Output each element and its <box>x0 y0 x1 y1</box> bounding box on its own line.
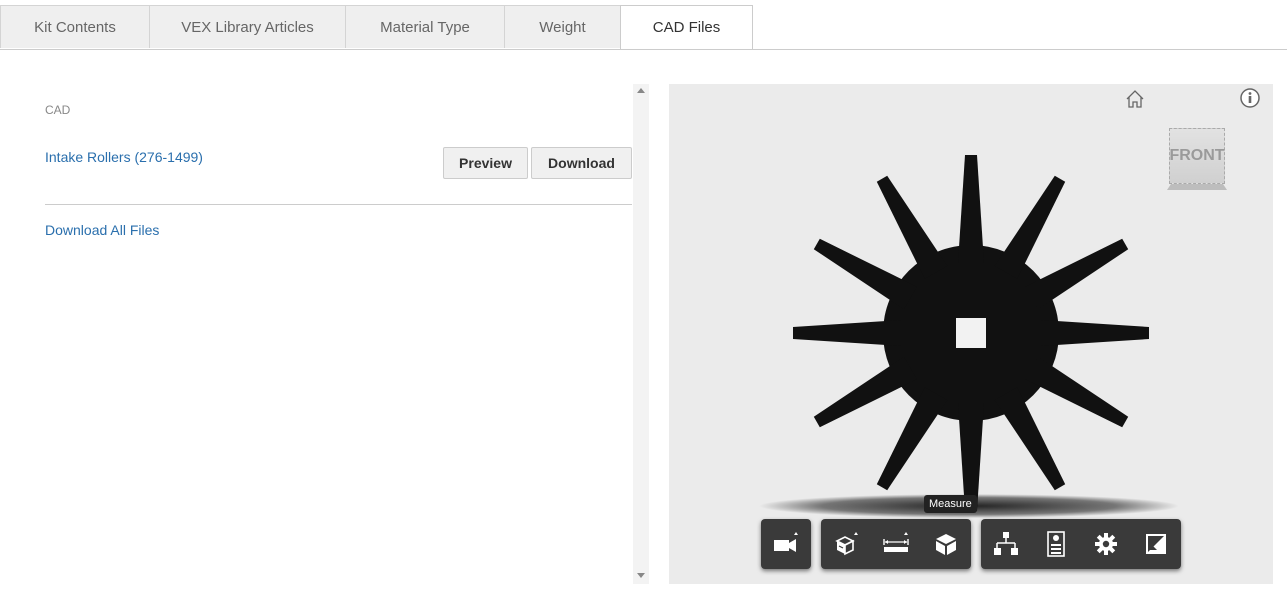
roller-spoke <box>1025 356 1129 428</box>
toolbar-group-navigation <box>761 519 811 569</box>
roller-spoke <box>1025 238 1129 310</box>
hex-hole <box>956 318 986 348</box>
roller-spoke <box>994 387 1066 491</box>
tab-material-type[interactable]: Material Type <box>345 5 505 48</box>
model-browser-icon[interactable] <box>981 519 1031 569</box>
tab-cad-files[interactable]: CAD Files <box>620 5 753 49</box>
section-cube-icon[interactable] <box>921 519 971 569</box>
tab-label: Weight <box>539 18 586 36</box>
fullscreen-icon[interactable] <box>1131 519 1181 569</box>
scroll-down-arrow-icon[interactable] <box>637 573 645 578</box>
measure-icon[interactable] <box>871 519 921 569</box>
camera-icon[interactable] <box>761 519 811 569</box>
settings-icon[interactable] <box>1081 519 1131 569</box>
measure-tooltip: Measure <box>924 495 977 513</box>
roller-spoke <box>813 238 917 310</box>
roller-spoke <box>876 387 948 491</box>
tab-label: VEX Library Articles <box>181 18 314 36</box>
download-button[interactable]: Download <box>531 147 632 179</box>
preview-button[interactable]: Preview <box>443 147 528 179</box>
cad-viewer[interactable]: FRONT Measure <box>669 84 1273 584</box>
tab-label: Material Type <box>380 18 470 36</box>
tab-weight[interactable]: Weight <box>504 5 621 48</box>
roller-spoke <box>876 175 948 279</box>
properties-icon[interactable] <box>1031 519 1081 569</box>
toolbar-group-tools <box>981 519 1181 569</box>
home-icon[interactable] <box>1124 88 1146 110</box>
scrollbar[interactable] <box>633 84 649 584</box>
cad-section-label: CAD <box>45 103 71 117</box>
roller-spoke <box>813 356 917 428</box>
tab-label: CAD Files <box>652 19 721 36</box>
roller-spoke <box>958 155 984 263</box>
roller-spoke <box>994 175 1066 279</box>
tab-kit-contents[interactable]: Kit Contents <box>0 5 150 48</box>
viewcube[interactable]: FRONT <box>1167 128 1229 196</box>
scroll-up-arrow-icon[interactable] <box>637 88 645 93</box>
explode-model-icon[interactable] <box>821 519 871 569</box>
cad-file-link[interactable]: Intake Rollers (276-1499) <box>45 149 203 165</box>
tab-label: Kit Contents <box>34 18 116 36</box>
info-icon[interactable] <box>1240 88 1260 108</box>
download-all-files-link[interactable]: Download All Files <box>45 222 159 238</box>
roller-spoke <box>1041 320 1149 346</box>
viewcube-base <box>1167 184 1227 190</box>
tab-vex-library-articles[interactable]: VEX Library Articles <box>149 5 346 48</box>
toolbar-group-model <box>821 519 971 569</box>
roller-spoke <box>793 320 901 346</box>
tab-bar: Kit Contents VEX Library Articles Materi… <box>0 5 1287 50</box>
divider <box>45 204 632 205</box>
viewcube-front-face[interactable]: FRONT <box>1169 128 1225 184</box>
